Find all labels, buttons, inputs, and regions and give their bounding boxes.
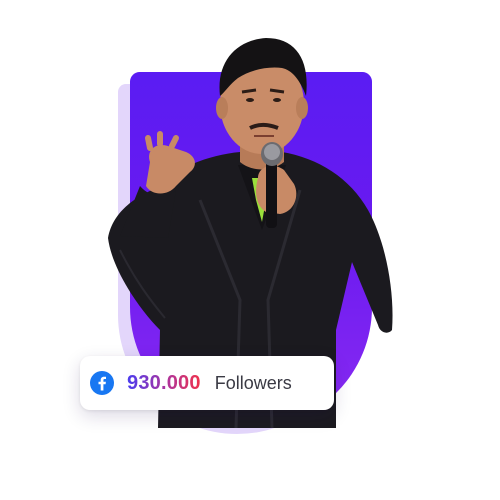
followers-count: 930.000 bbox=[127, 371, 201, 394]
microphone-icon bbox=[266, 158, 277, 228]
facebook-icon bbox=[90, 371, 114, 395]
speaker-photo bbox=[108, 38, 393, 429]
followers-label: Followers bbox=[214, 372, 292, 393]
followers-badge: 930.000 Followers bbox=[80, 356, 334, 410]
hero-stage: 930.000 Followers bbox=[0, 0, 500, 500]
